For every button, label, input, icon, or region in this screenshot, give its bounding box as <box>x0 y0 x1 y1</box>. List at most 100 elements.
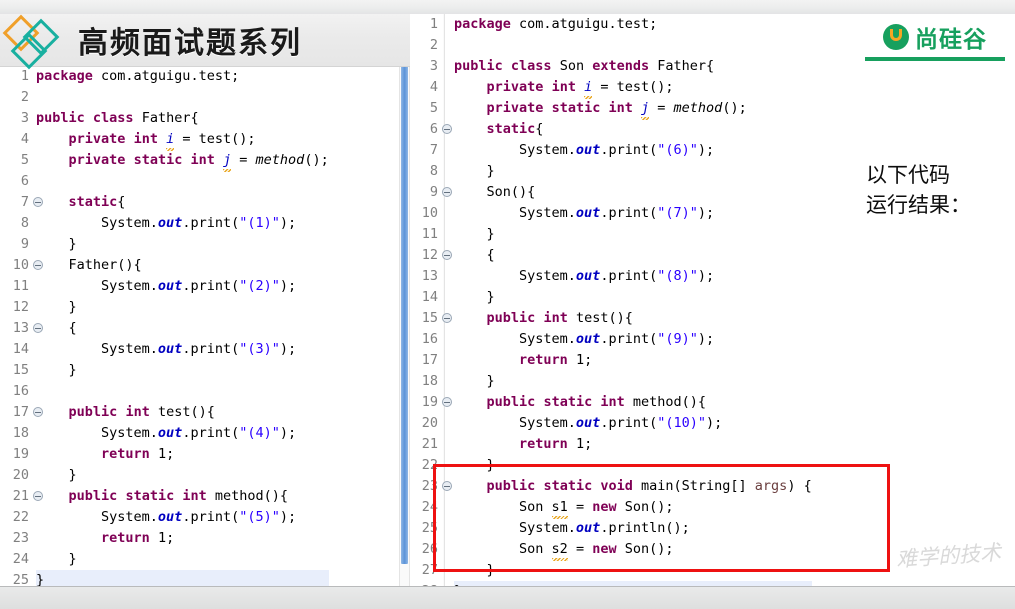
line-number[interactable]: 12 <box>0 297 32 318</box>
line-number[interactable]: 7 <box>0 192 43 213</box>
line-number[interactable]: 24 <box>0 549 32 570</box>
code-line[interactable]: public int test(){ <box>36 402 329 423</box>
line-number[interactable]: 1 <box>0 66 32 87</box>
code-line[interactable]: public static int method(){ <box>36 486 329 507</box>
code-line[interactable]: } <box>36 570 329 586</box>
line-number[interactable]: 9 <box>0 234 32 255</box>
code-line[interactable]: private static int j = method(); <box>454 98 812 120</box>
line-number[interactable]: 3 <box>410 56 441 77</box>
code-line[interactable]: return 1; <box>36 528 329 549</box>
code-line[interactable]: } <box>36 234 329 255</box>
code-line[interactable]: } <box>36 297 329 318</box>
line-number[interactable]: 8 <box>410 161 441 182</box>
code-line[interactable]: package com.atguigu.test; <box>454 14 812 35</box>
fold-toggle-icon[interactable] <box>442 187 452 197</box>
line-number[interactable]: 6 <box>410 119 452 140</box>
code-line[interactable]: } <box>36 360 329 381</box>
code-line[interactable]: package com.atguigu.test; <box>36 66 329 87</box>
line-number[interactable]: 22 <box>0 507 32 528</box>
code-line[interactable]: } <box>454 224 812 245</box>
line-number[interactable]: 11 <box>410 224 441 245</box>
fold-toggle-icon[interactable] <box>442 124 452 134</box>
code-line[interactable]: } <box>36 549 329 570</box>
line-number[interactable]: 16 <box>410 329 441 350</box>
code-line[interactable]: System.out.print("(5)"); <box>36 507 329 528</box>
code-line[interactable]: Father(){ <box>36 255 329 276</box>
line-number[interactable]: 15 <box>410 308 452 329</box>
code-line[interactable] <box>454 35 812 56</box>
line-number[interactable]: 8 <box>0 213 32 234</box>
code-line[interactable] <box>36 171 329 192</box>
line-number[interactable]: 17 <box>410 350 441 371</box>
line-number[interactable]: 6 <box>0 171 32 192</box>
code-line[interactable]: private int i = test(); <box>36 129 329 151</box>
line-number[interactable]: 2 <box>0 87 32 108</box>
line-number[interactable]: 24 <box>410 497 441 518</box>
fold-toggle-icon[interactable] <box>442 397 452 407</box>
line-number[interactable]: 21 <box>0 486 43 507</box>
code-line[interactable]: System.out.print("(10)"); <box>454 413 812 434</box>
editor-pane-son[interactable]: 1 2 3 4 5 6 7 8 9 10 11 12 13 14 15 16 17 18 19 20 21 22 23 24 2… <box>410 14 1015 586</box>
line-number[interactable]: 16 <box>0 381 32 402</box>
code-line[interactable]: public static int method(){ <box>454 392 812 413</box>
line-number[interactable]: 19 <box>0 444 32 465</box>
line-number[interactable]: 25 <box>410 518 441 539</box>
line-number[interactable]: 13 <box>0 318 43 339</box>
line-number-gutter-left[interactable]: 1 2 3 4 5 6 7 8 9 10 11 12 13 14 15 16 17 18 19 20 21 22 23 24 2… <box>0 66 43 586</box>
line-number[interactable]: 9 <box>410 182 452 203</box>
code-line[interactable]: public class Son extends Father{ <box>454 56 812 77</box>
line-number[interactable]: 26 <box>410 539 441 560</box>
code-line[interactable]: } <box>454 560 812 581</box>
code-area-son[interactable]: package com.atguigu.test; public class S… <box>454 14 812 586</box>
code-line[interactable]: System.out.print("(6)"); <box>454 140 812 161</box>
code-line[interactable]: } <box>454 455 812 476</box>
line-number[interactable]: 20 <box>410 413 441 434</box>
line-number[interactable]: 14 <box>410 287 441 308</box>
editor-pane-father[interactable]: 1 2 3 4 5 6 7 8 9 10 11 12 13 14 15 16 17 18 19 20 21 22 23 24 2… <box>0 14 411 586</box>
code-line[interactable]: } <box>454 161 812 182</box>
line-number[interactable]: 19 <box>410 392 452 413</box>
code-line[interactable]: return 1; <box>454 434 812 455</box>
code-area-father[interactable]: package com.atguigu.test; public class F… <box>36 66 329 586</box>
line-number[interactable]: 13 <box>410 266 441 287</box>
code-line[interactable]: Son(){ <box>454 182 812 203</box>
code-line[interactable]: static{ <box>454 119 812 140</box>
code-line[interactable]: System.out.print("(9)"); <box>454 329 812 350</box>
code-line[interactable] <box>36 381 329 402</box>
line-number[interactable]: 18 <box>0 423 32 444</box>
line-number[interactable]: 20 <box>0 465 32 486</box>
code-line[interactable]: } <box>36 465 329 486</box>
code-line[interactable]: } <box>454 287 812 308</box>
code-line[interactable]: public int test(){ <box>454 308 812 329</box>
fold-toggle-icon[interactable] <box>442 250 452 260</box>
fold-toggle-icon[interactable] <box>442 481 452 491</box>
code-line[interactable]: public class Father{ <box>36 108 329 129</box>
line-number[interactable]: 12 <box>410 245 452 266</box>
code-line[interactable]: return 1; <box>36 444 329 465</box>
code-line[interactable]: private static int j = method(); <box>36 150 329 172</box>
line-number[interactable]: 10 <box>410 203 441 224</box>
line-number[interactable]: 15 <box>0 360 32 381</box>
line-number[interactable]: 21 <box>410 434 441 455</box>
code-line[interactable]: System.out.print("(8)"); <box>454 266 812 287</box>
line-number[interactable]: 23 <box>410 476 452 497</box>
code-line[interactable]: System.out.print("(2)"); <box>36 276 329 297</box>
code-line[interactable]: static{ <box>36 192 329 213</box>
line-number[interactable]: 1 <box>410 14 441 35</box>
code-line[interactable]: private int i = test(); <box>454 77 812 99</box>
line-number[interactable]: 3 <box>0 108 32 129</box>
line-number-gutter-right[interactable]: 1 2 3 4 5 6 7 8 9 10 11 12 13 14 15 16 17 18 19 20 21 22 23 24 2… <box>410 14 452 586</box>
fold-toggle-icon[interactable] <box>442 313 452 323</box>
code-line[interactable]: System.out.print("(3)"); <box>36 339 329 360</box>
line-number[interactable]: 27 <box>410 560 441 581</box>
line-number[interactable]: 22 <box>410 455 441 476</box>
scrollbar-thumb[interactable] <box>401 64 408 564</box>
code-line[interactable]: Son s1 = new Son(); <box>454 497 812 519</box>
line-number[interactable]: 14 <box>0 339 32 360</box>
line-number[interactable]: 2 <box>410 35 441 56</box>
code-line[interactable]: System.out.print("(1)"); <box>36 213 329 234</box>
code-line[interactable]: { <box>454 245 812 266</box>
line-number[interactable]: 11 <box>0 276 32 297</box>
code-line[interactable]: return 1; <box>454 350 812 371</box>
editor-scrollbar-left[interactable] <box>399 14 410 586</box>
